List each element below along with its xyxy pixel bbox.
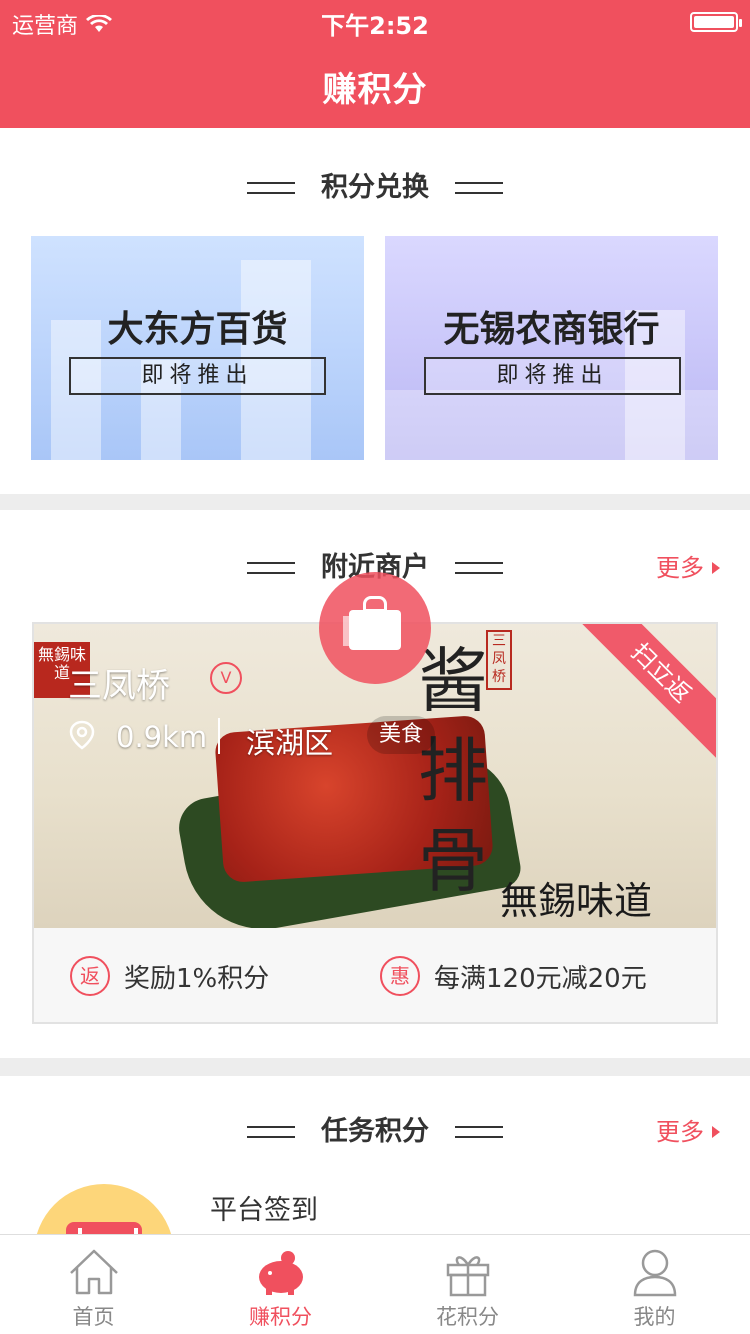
tab-label: 花积分 [436,1305,499,1329]
more-label: 更多 [656,554,704,582]
brand-stamp: 三凤桥 [486,630,512,690]
merchant-area: 滨湖区 [246,726,334,760]
image-subtitle: 無錫味道 [500,879,653,923]
title-decoration-right [455,182,503,194]
calendar-icon [34,1184,174,1234]
perk-rebate: 返 奖励1%积分 [70,956,269,996]
exchange-section-header: 积分兑换 [0,168,750,208]
tab-label: 我的 [633,1305,676,1329]
tasks-more-link[interactable]: 更多 [656,1112,720,1152]
merchant-perks: 返 奖励1%积分 惠 每满120元减20元 [34,928,716,1024]
title-decoration-right [455,562,503,574]
battery-icon [690,12,742,32]
perk-discount: 惠 每满120元减20元 [380,956,647,996]
tasks-section-header: 任务积分 更多 [0,1112,750,1152]
exchange-card-name: 无锡农商银行 [443,309,660,350]
scan-rebate-ribbon: 扫立返 [571,624,716,763]
coming-soon-badge: 即将推出 [69,357,326,395]
perk-label: 每满120元减20元 [434,963,647,994]
user-icon [633,1249,677,1297]
rebate-icon: 返 [70,956,110,996]
gift-icon [446,1256,490,1297]
perk-label: 奖励1%积分 [124,963,270,994]
discount-icon: 惠 [380,956,420,996]
merchant-name: 三凤桥 [68,666,170,706]
tab-home[interactable]: 首页 [0,1235,187,1334]
chevron-right-icon [712,562,720,574]
gift-box-icon [349,610,401,650]
tab-mine[interactable]: 我的 [561,1235,748,1334]
status-bar: 运营商 下午2:52 [0,0,750,40]
piggy-bank-icon [259,1251,303,1295]
exchange-section-title: 积分兑换 [321,172,429,203]
chevron-right-icon [712,1126,720,1138]
clock: 下午2:52 [321,12,429,40]
page-title: 赚积分 [322,70,428,110]
exchange-card-wuxi-bank[interactable]: 无锡农商银行 即将推出 [385,236,718,460]
task-item-checkin[interactable]: 平台签到 [210,1188,318,1227]
verified-icon: V [210,662,242,694]
tab-label: 赚积分 [249,1305,312,1329]
tasks-section-title: 任务积分 [321,1116,429,1147]
category-tag: 美食 [367,716,436,754]
app-header: 运营商 下午2:52 赚积分 [0,0,750,128]
home-icon [70,1249,118,1295]
tab-earn-points[interactable]: 赚积分 [187,1235,374,1334]
exchange-section: 积分兑换 大东方百货 即将推出 无锡农商银行 即将推出 [0,128,750,494]
floating-gift-button[interactable] [319,572,431,684]
title-decoration-right [455,1126,503,1138]
tab-spend-points[interactable]: 花积分 [374,1235,561,1334]
coming-soon-badge: 即将推出 [424,357,681,395]
exchange-card-dadongfang[interactable]: 大东方百货 即将推出 [31,236,364,460]
divider [218,718,220,754]
exchange-card-name: 大东方百货 [107,309,288,350]
nearby-more-link[interactable]: 更多 [656,548,720,588]
location-pin-icon [69,720,95,750]
merchant-distance: 0.9km [116,720,208,754]
tasks-section: 任务积分 更多 平台签到 [0,1076,750,1234]
more-label: 更多 [656,1118,704,1146]
tab-label: 首页 [72,1305,115,1329]
tab-bar: 首页 赚积分 花积分 我的 [0,1234,750,1334]
